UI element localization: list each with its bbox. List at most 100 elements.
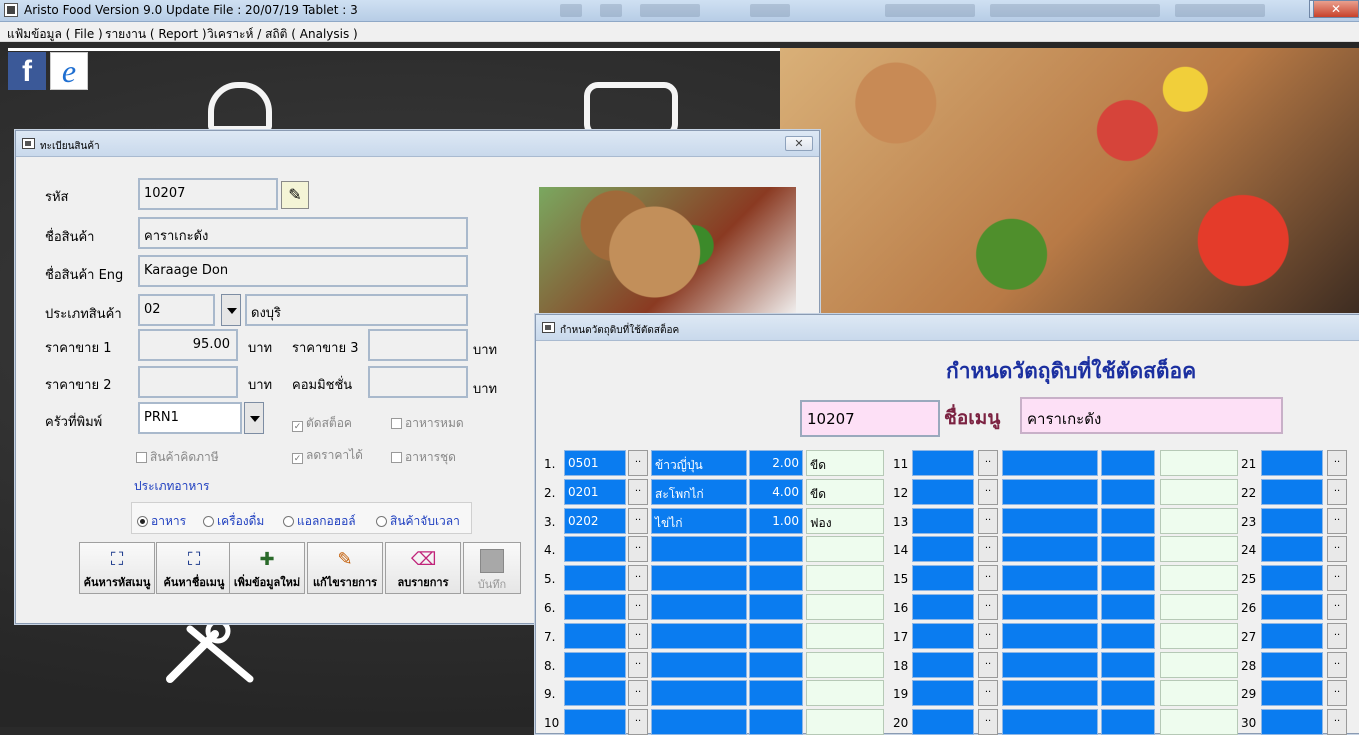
ingredient-qty-cell[interactable] <box>1101 594 1155 620</box>
ingredient-lookup-button[interactable]: .. <box>628 450 648 476</box>
ingredient-unit-cell[interactable] <box>1160 709 1238 735</box>
ingredient-code-cell[interactable] <box>1261 652 1323 678</box>
sold-out-checkbox[interactable]: อาหารหมด <box>391 414 464 433</box>
ingredient-unit-cell[interactable] <box>1160 652 1238 678</box>
ingredient-lookup-button[interactable]: .. <box>1327 450 1347 476</box>
ingredient-code-cell[interactable] <box>564 536 626 562</box>
ingredient-lookup-button[interactable]: .. <box>1327 594 1347 620</box>
ingredient-name-cell[interactable] <box>1002 508 1098 534</box>
ingredient-lookup-button[interactable]: .. <box>628 536 648 562</box>
ingredient-lookup-button[interactable]: .. <box>978 508 998 534</box>
ingredient-lookup-button[interactable]: .. <box>628 565 648 591</box>
ingredient-unit-cell[interactable] <box>1160 594 1238 620</box>
ingredient-code-cell[interactable] <box>564 709 626 735</box>
ingredient-qty-cell[interactable] <box>749 709 803 735</box>
ingredient-name-cell[interactable] <box>1002 623 1098 649</box>
ingredient-qty-cell[interactable] <box>749 565 803 591</box>
ingredient-name-cell[interactable] <box>651 709 747 735</box>
ingredient-code-cell[interactable]: 0202 <box>564 508 626 534</box>
ingredient-name-cell[interactable] <box>651 594 747 620</box>
database-icon[interactable] <box>208 82 272 132</box>
ingredient-lookup-button[interactable]: .. <box>1327 709 1347 735</box>
ingredient-code-cell[interactable] <box>1261 536 1323 562</box>
ingredient-qty-cell[interactable] <box>1101 680 1155 706</box>
ingredient-lookup-button[interactable]: .. <box>628 594 648 620</box>
ingredient-code-cell[interactable] <box>912 709 974 735</box>
commission-field[interactable] <box>368 366 468 398</box>
ingredient-qty-cell[interactable] <box>1101 450 1155 476</box>
ingredient-qty-cell[interactable] <box>749 652 803 678</box>
ingredient-name-cell[interactable] <box>651 565 747 591</box>
ingredient-qty-cell[interactable] <box>1101 508 1155 534</box>
ingredient-name-cell[interactable] <box>651 536 747 562</box>
ingredient-code-cell[interactable]: 0201 <box>564 479 626 505</box>
ingredient-lookup-button[interactable]: .. <box>1327 479 1347 505</box>
radio-drink[interactable]: เครื่องดื่ม <box>203 512 264 531</box>
ingredient-unit-cell[interactable] <box>1160 450 1238 476</box>
ingredient-unit-cell[interactable]: ขีด <box>806 450 884 476</box>
printer-dropdown-button[interactable] <box>244 402 264 434</box>
ingredient-unit-cell[interactable] <box>806 680 884 706</box>
ingredient-unit-cell[interactable] <box>1160 565 1238 591</box>
category-dropdown-button[interactable] <box>221 294 241 326</box>
ingredient-name-cell[interactable] <box>1002 479 1098 505</box>
ingredient-code-cell[interactable] <box>912 508 974 534</box>
ingredient-unit-cell[interactable] <box>806 594 884 620</box>
ingredient-code-cell[interactable] <box>1261 565 1323 591</box>
category-name-field[interactable]: ดงบุริ <box>245 294 468 326</box>
edit-pencil-icon[interactable]: ✎ <box>281 181 309 209</box>
ingredient-lookup-button[interactable]: .. <box>978 594 998 620</box>
set-meal-checkbox[interactable]: อาหารชุด <box>391 448 456 467</box>
discountable-checkbox[interactable]: ✓ ลดราคาได้ <box>292 446 363 465</box>
ingredient-code-cell[interactable] <box>1261 479 1323 505</box>
ingredient-name-cell[interactable] <box>651 680 747 706</box>
ingredient-unit-cell[interactable] <box>806 536 884 562</box>
price3-field[interactable] <box>368 329 468 361</box>
ingredient-unit-cell[interactable] <box>1160 623 1238 649</box>
ingredient-code-cell[interactable] <box>1261 594 1323 620</box>
ingredient-unit-cell[interactable] <box>1160 536 1238 562</box>
ingredient-name-cell[interactable] <box>1002 450 1098 476</box>
name-field[interactable]: คาราเกะดัง <box>138 217 468 249</box>
ingredient-code-cell[interactable] <box>1261 680 1323 706</box>
ingredient-qty-cell[interactable] <box>749 680 803 706</box>
ingredient-lookup-button[interactable]: .. <box>628 709 648 735</box>
price2-field[interactable] <box>138 366 238 398</box>
search-code-button[interactable]: ⛶ ค้นหารหัสเมนู <box>79 542 155 594</box>
ingredient-unit-cell[interactable]: ขีด <box>806 479 884 505</box>
ingredient-lookup-button[interactable]: .. <box>978 709 998 735</box>
ingredient-unit-cell[interactable] <box>806 565 884 591</box>
ingredient-unit-cell[interactable]: ฟอง <box>806 508 884 534</box>
ingredient-name-cell[interactable]: สะโพกไก่ <box>651 479 747 505</box>
ingredient-code-cell[interactable] <box>912 594 974 620</box>
ingredient-qty-cell[interactable] <box>749 594 803 620</box>
ingredient-code-cell[interactable] <box>1261 709 1323 735</box>
name-eng-field[interactable]: Karaage Don <box>138 255 468 287</box>
ingredient-unit-cell[interactable] <box>1160 479 1238 505</box>
ingredient-lookup-button[interactable]: .. <box>628 680 648 706</box>
category-code-field[interactable]: 02 <box>138 294 215 326</box>
ingredient-code-cell[interactable] <box>1261 450 1323 476</box>
radio-timed-product[interactable]: สินค้าจับเวลา <box>376 512 460 531</box>
code-field[interactable]: 10207 <box>138 178 278 210</box>
ingredient-qty-cell[interactable] <box>749 623 803 649</box>
ingredient-lookup-button[interactable]: .. <box>628 479 648 505</box>
ingredient-name-cell[interactable]: ไข่ไก่ <box>651 508 747 534</box>
ingredient-unit-cell[interactable] <box>806 652 884 678</box>
tools-icon[interactable] <box>160 614 260 684</box>
cut-stock-checkbox[interactable]: ✓ ตัดสต็อค <box>292 414 352 433</box>
ingredient-qty-cell[interactable]: 2.00 <box>749 450 803 476</box>
ingredient-lookup-button[interactable]: .. <box>1327 536 1347 562</box>
close-window-button[interactable]: ✕ <box>1313 0 1359 18</box>
ingredient-qty-cell[interactable] <box>1101 652 1155 678</box>
ingredient-unit-cell[interactable] <box>806 623 884 649</box>
ingredient-name-cell[interactable] <box>1002 652 1098 678</box>
ingredient-code-cell[interactable] <box>564 623 626 649</box>
ingredient-lookup-button[interactable]: .. <box>628 652 648 678</box>
ingredient-code-cell[interactable] <box>912 565 974 591</box>
search-name-button[interactable]: ⛶ ค้นหาชื่อเมนู <box>156 542 232 594</box>
ingredient-name-cell[interactable] <box>1002 536 1098 562</box>
ingredient-name-cell[interactable] <box>651 652 747 678</box>
add-new-button[interactable]: ✚ เพิ่มข้อมูลใหม่ <box>229 542 305 594</box>
ingredient-code-cell[interactable] <box>1261 623 1323 649</box>
